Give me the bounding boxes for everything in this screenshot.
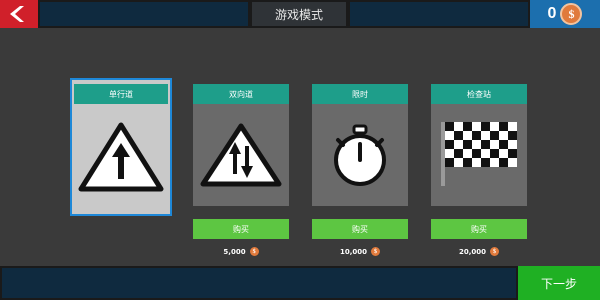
flag-square [490, 140, 499, 149]
mode-image [431, 104, 527, 206]
coin-count: 0 [547, 5, 557, 22]
buy-button-checkpoint[interactable]: 购买 [431, 219, 527, 239]
flag-square [445, 158, 454, 167]
flag-square [445, 149, 454, 158]
price-value: 20,000 [458, 247, 486, 256]
flag-square [481, 122, 490, 131]
price-value: 5,000 [223, 247, 246, 256]
mode-card-one-way[interactable]: 单行道 [70, 78, 172, 216]
flag-square [499, 158, 508, 167]
back-arrow-icon [10, 6, 24, 22]
flag-square [490, 149, 499, 158]
checkered-flag-icon [441, 122, 517, 186]
flag-square [472, 122, 481, 131]
flag-square [508, 122, 517, 131]
flag-square [508, 149, 517, 158]
price-two-way: 5,000 $ [193, 247, 289, 256]
flag-square [472, 149, 481, 158]
flag-square [463, 140, 472, 149]
price-checkpoint: 20,000 $ [431, 247, 527, 256]
flag-square [499, 122, 508, 131]
flag-square [481, 131, 490, 140]
coin-icon: $ [371, 247, 380, 256]
coin-icon: $ [490, 247, 499, 256]
flag-square [454, 122, 463, 131]
mode-image [72, 104, 170, 209]
mode-image [193, 104, 289, 206]
price-time-limit: 10,000 $ [312, 247, 408, 256]
top-left-panel [40, 2, 248, 26]
mode-card-two-way[interactable]: 双向道 [193, 84, 289, 206]
top-right-panel [350, 2, 528, 26]
coin-icon: $ [249, 247, 259, 256]
flag-square [481, 158, 490, 167]
bottom-panel [2, 268, 516, 298]
flag-square [499, 140, 508, 149]
flag-square [454, 140, 463, 149]
flag-square [490, 158, 499, 167]
mode-card-time-limit[interactable]: 限时 [312, 84, 408, 206]
mode-title: 检查站 [431, 84, 527, 104]
flag-square [490, 131, 499, 140]
flag-square [472, 140, 481, 149]
flag-square [481, 149, 490, 158]
flag-square [463, 158, 472, 167]
flag-square [454, 131, 463, 140]
flag-square [472, 158, 481, 167]
flag-square [463, 149, 472, 158]
flag-square [472, 131, 481, 140]
coin-balance: 0 $ [530, 0, 600, 28]
price-value: 10,000 [339, 247, 367, 256]
flag-square [445, 122, 454, 131]
flag-square [481, 140, 490, 149]
stopwatch-icon [334, 124, 386, 186]
flag-square [499, 131, 508, 140]
mode-title: 限时 [312, 84, 408, 104]
mode-title: 双向道 [193, 84, 289, 104]
two-way-arrow-icon [200, 123, 282, 187]
flag-square [454, 158, 463, 167]
buy-button-time-limit[interactable]: 购买 [312, 219, 408, 239]
back-button[interactable] [0, 0, 38, 28]
flag-square [463, 131, 472, 140]
one-way-arrow-icon [78, 122, 164, 191]
mode-title: 单行道 [74, 84, 168, 104]
flag-square [463, 122, 472, 131]
mode-card-checkpoint[interactable]: 检查站 [431, 84, 527, 206]
buy-button-two-way[interactable]: 购买 [193, 219, 289, 239]
flag-square [499, 149, 508, 158]
flag-square [508, 158, 517, 167]
flag-square [445, 131, 454, 140]
flag-square [454, 149, 463, 158]
flag-square [445, 140, 454, 149]
next-step-button[interactable]: 下一步 [518, 266, 600, 300]
flag-square [490, 122, 499, 131]
mode-image [312, 104, 408, 206]
flag-square [508, 140, 517, 149]
flag-square [508, 131, 517, 140]
page-title: 游戏模式 [252, 2, 346, 26]
coin-icon: $ [560, 3, 583, 25]
